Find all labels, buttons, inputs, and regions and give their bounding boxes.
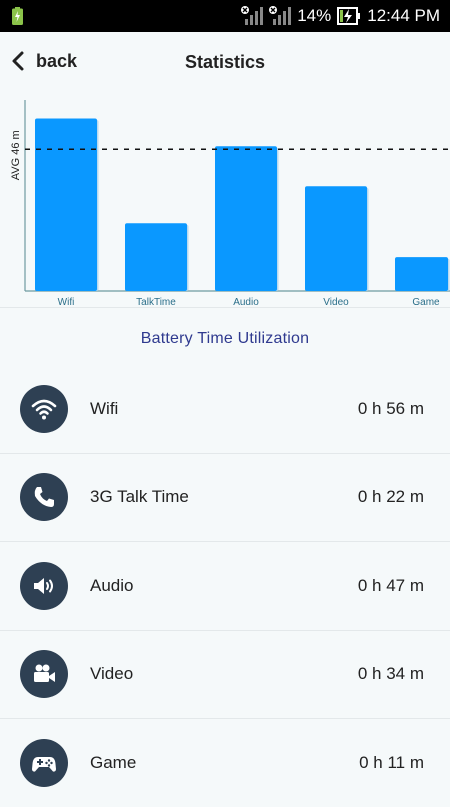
list-item-audio[interactable]: Audio 0 h 47 m xyxy=(0,542,450,631)
bar-chart: Wifi TalkTime Audio Video GameAVG 46 m xyxy=(10,100,450,308)
signal-no-sim-icon xyxy=(241,6,264,25)
usage-list: Wifi 0 h 56 m 3G Talk Time 0 h 22 m Audi… xyxy=(0,365,450,807)
item-label: Wifi xyxy=(90,398,119,418)
item-label: Audio xyxy=(90,575,134,595)
bar-wifi[interactable] xyxy=(35,118,97,291)
battery-percent: 14% xyxy=(297,6,332,25)
item-time: 0 h 47 m xyxy=(357,575,424,595)
list-item-video[interactable]: Video 0 h 34 m xyxy=(0,631,450,719)
item-time: 0 h 34 m xyxy=(357,664,424,684)
bar-video[interactable] xyxy=(305,186,367,291)
clock: 12:44 PM xyxy=(367,6,440,25)
item-time: 0 h 22 m xyxy=(357,487,424,507)
divider xyxy=(0,307,450,308)
item-time: 0 h 56 m xyxy=(357,398,424,418)
battery-charging-icon xyxy=(337,7,361,25)
back-label: back xyxy=(36,50,78,71)
bar-game[interactable] xyxy=(395,257,448,291)
header: back Statistics xyxy=(0,32,450,94)
item-time: 0 h 11 m xyxy=(359,752,424,772)
phone-icon xyxy=(20,473,68,522)
list-item-talk-time[interactable]: 3G Talk Time 0 h 22 m xyxy=(0,454,450,542)
wifi-icon xyxy=(20,384,68,433)
status-bar-right: 14% 12:44 PM xyxy=(241,0,440,32)
bar-talktime[interactable] xyxy=(125,223,187,291)
avg-label: AVG 46 m xyxy=(10,130,22,180)
item-label: 3G Talk Time xyxy=(90,487,189,507)
usage-chart: Wifi TalkTime Audio Video Game AVG 46 m xyxy=(0,94,450,308)
section-subtitle: Battery Time Utilization xyxy=(140,330,310,347)
battery-charging-small-icon xyxy=(12,7,23,25)
list-item-game[interactable]: Game 0 h 11 m xyxy=(0,719,450,807)
back-button[interactable]: back xyxy=(10,50,77,72)
item-label: Game xyxy=(90,752,137,772)
video-camera-icon xyxy=(20,650,68,699)
list-item-wifi[interactable]: Wifi 0 h 56 m xyxy=(0,365,450,454)
bar-audio[interactable] xyxy=(215,146,277,291)
item-label: Video xyxy=(90,664,134,684)
speaker-icon xyxy=(20,561,68,610)
gamepad-icon xyxy=(20,738,68,787)
chevron-left-icon xyxy=(12,51,24,71)
status-bar: 14% 12:44 PM xyxy=(0,0,450,32)
signal-no-sim-icon-2 xyxy=(269,6,292,25)
